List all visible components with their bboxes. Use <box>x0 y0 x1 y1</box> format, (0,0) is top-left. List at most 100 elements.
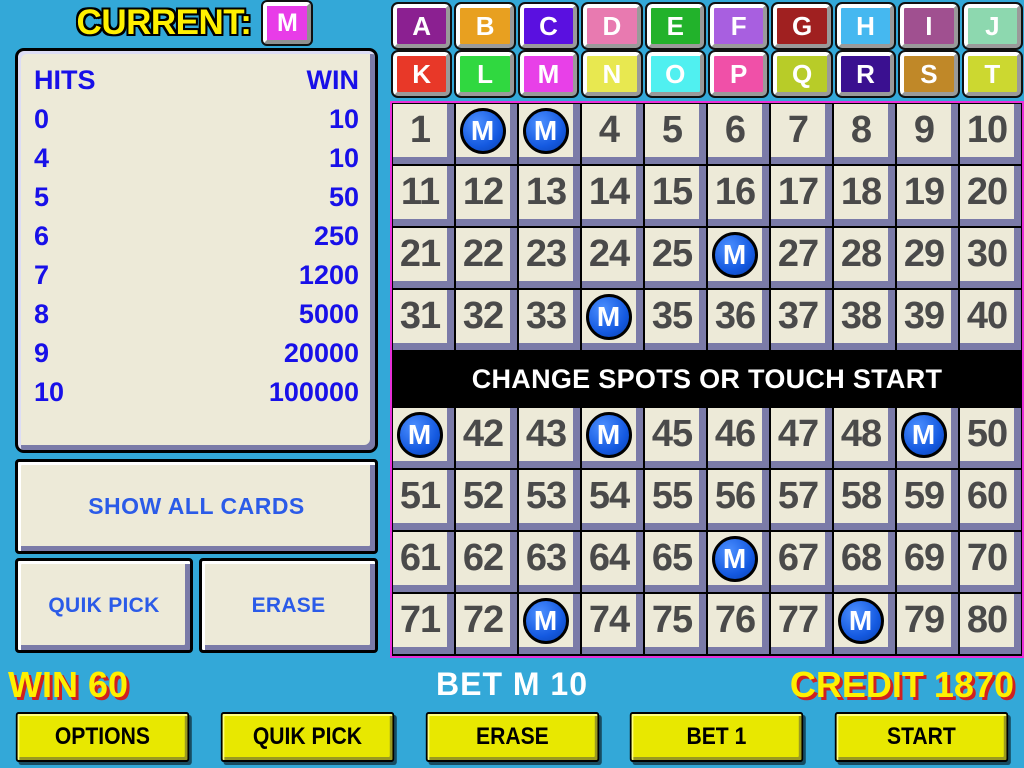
number-spot-13[interactable]: 13 <box>518 165 581 227</box>
card-letter-button-o[interactable]: O <box>644 50 707 98</box>
number-spot-68[interactable]: 68 <box>833 531 896 593</box>
number-spot-67[interactable]: 67 <box>770 531 833 593</box>
number-spot-2[interactable]: 2M <box>455 103 518 165</box>
number-spot-73[interactable]: 73M <box>518 593 581 655</box>
number-spot-9[interactable]: 9 <box>896 103 959 165</box>
number-spot-6[interactable]: 6 <box>707 103 770 165</box>
number-spot-17[interactable]: 17 <box>770 165 833 227</box>
number-spot-69[interactable]: 69 <box>896 531 959 593</box>
number-spot-61[interactable]: 61 <box>392 531 455 593</box>
number-spot-65[interactable]: 65 <box>644 531 707 593</box>
number-spot-59[interactable]: 59 <box>896 469 959 531</box>
card-letter-button-l[interactable]: L <box>454 50 516 98</box>
number-spot-58[interactable]: 58 <box>833 469 896 531</box>
number-spot-38[interactable]: 38 <box>833 289 896 351</box>
number-spot-33[interactable]: 33 <box>518 289 581 351</box>
number-spot-55[interactable]: 55 <box>644 469 707 531</box>
erase-button-left[interactable]: ERASE <box>199 558 378 653</box>
number-spot-19[interactable]: 19 <box>896 165 959 227</box>
card-letter-button-t[interactable]: T <box>961 50 1024 98</box>
bottom-button-start[interactable]: START <box>834 712 1009 762</box>
number-spot-63[interactable]: 63 <box>518 531 581 593</box>
number-spot-18[interactable]: 18 <box>833 165 896 227</box>
number-spot-41[interactable]: 41M <box>392 407 455 469</box>
number-spot-5[interactable]: 5 <box>644 103 707 165</box>
number-spot-21[interactable]: 21 <box>392 227 455 289</box>
number-spot-14[interactable]: 14 <box>581 165 644 227</box>
number-spot-26[interactable]: 26M <box>707 227 770 289</box>
number-spot-71[interactable]: 71 <box>392 593 455 655</box>
number-spot-7[interactable]: 7 <box>770 103 833 165</box>
number-spot-24[interactable]: 24 <box>581 227 644 289</box>
number-spot-74[interactable]: 74 <box>581 593 644 655</box>
current-card-badge[interactable]: M <box>261 0 314 46</box>
number-spot-32[interactable]: 32 <box>455 289 518 351</box>
number-spot-30[interactable]: 30 <box>959 227 1022 289</box>
number-spot-16[interactable]: 16 <box>707 165 770 227</box>
card-letter-button-f[interactable]: F <box>707 2 770 50</box>
number-spot-53[interactable]: 53 <box>518 469 581 531</box>
card-letter-button-e[interactable]: E <box>644 2 707 50</box>
card-letter-button-g[interactable]: G <box>771 2 833 50</box>
number-spot-35[interactable]: 35 <box>644 289 707 351</box>
card-letter-button-h[interactable]: H <box>834 2 897 50</box>
number-spot-10[interactable]: 10 <box>959 103 1022 165</box>
number-spot-15[interactable]: 15 <box>644 165 707 227</box>
number-spot-11[interactable]: 11 <box>392 165 455 227</box>
card-letter-button-a[interactable]: A <box>390 2 453 50</box>
card-letter-button-j[interactable]: J <box>961 2 1024 50</box>
number-spot-1[interactable]: 1 <box>392 103 455 165</box>
bottom-button-bet-1[interactable]: BET 1 <box>630 712 804 762</box>
number-spot-77[interactable]: 77 <box>770 593 833 655</box>
number-spot-25[interactable]: 25 <box>644 227 707 289</box>
number-spot-3[interactable]: 3M <box>518 103 581 165</box>
number-spot-79[interactable]: 79 <box>896 593 959 655</box>
number-spot-31[interactable]: 31 <box>392 289 455 351</box>
number-spot-20[interactable]: 20 <box>959 165 1022 227</box>
number-spot-22[interactable]: 22 <box>455 227 518 289</box>
number-spot-46[interactable]: 46 <box>707 407 770 469</box>
number-spot-78[interactable]: 78M <box>833 593 896 655</box>
number-spot-28[interactable]: 28 <box>833 227 896 289</box>
number-spot-60[interactable]: 60 <box>959 469 1022 531</box>
bottom-button-quik-pick[interactable]: QUIK PICK <box>220 712 394 762</box>
number-spot-51[interactable]: 51 <box>392 469 455 531</box>
number-spot-39[interactable]: 39 <box>896 289 959 351</box>
number-spot-56[interactable]: 56 <box>707 469 770 531</box>
number-spot-54[interactable]: 54 <box>581 469 644 531</box>
show-all-cards-button[interactable]: SHOW ALL CARDS <box>15 459 378 554</box>
card-letter-button-r[interactable]: R <box>834 50 897 98</box>
card-letter-button-p[interactable]: P <box>707 50 770 98</box>
number-spot-27[interactable]: 27 <box>770 227 833 289</box>
number-spot-72[interactable]: 72 <box>455 593 518 655</box>
card-letter-button-m[interactable]: M <box>517 50 580 98</box>
number-spot-62[interactable]: 62 <box>455 531 518 593</box>
number-spot-76[interactable]: 76 <box>707 593 770 655</box>
quik-pick-button-left[interactable]: QUIK PICK <box>15 558 193 653</box>
number-spot-42[interactable]: 42 <box>455 407 518 469</box>
number-spot-49[interactable]: 49M <box>896 407 959 469</box>
card-letter-button-n[interactable]: N <box>581 50 643 98</box>
number-spot-50[interactable]: 50 <box>959 407 1022 469</box>
card-letter-button-c[interactable]: C <box>517 2 580 50</box>
number-spot-36[interactable]: 36 <box>707 289 770 351</box>
number-spot-64[interactable]: 64 <box>581 531 644 593</box>
card-letter-button-k[interactable]: K <box>390 50 453 98</box>
number-spot-57[interactable]: 57 <box>770 469 833 531</box>
card-letter-button-s[interactable]: S <box>898 50 960 98</box>
number-spot-66[interactable]: 66M <box>707 531 770 593</box>
number-spot-45[interactable]: 45 <box>644 407 707 469</box>
number-spot-75[interactable]: 75 <box>644 593 707 655</box>
number-spot-52[interactable]: 52 <box>455 469 518 531</box>
number-spot-40[interactable]: 40 <box>959 289 1022 351</box>
number-spot-44[interactable]: 44M <box>581 407 644 469</box>
number-spot-47[interactable]: 47 <box>770 407 833 469</box>
number-spot-43[interactable]: 43 <box>518 407 581 469</box>
number-spot-29[interactable]: 29 <box>896 227 959 289</box>
number-spot-12[interactable]: 12 <box>455 165 518 227</box>
card-letter-button-q[interactable]: Q <box>771 50 833 98</box>
number-spot-34[interactable]: 34M <box>581 289 644 351</box>
number-spot-37[interactable]: 37 <box>770 289 833 351</box>
number-spot-23[interactable]: 23 <box>518 227 581 289</box>
number-spot-8[interactable]: 8 <box>833 103 896 165</box>
